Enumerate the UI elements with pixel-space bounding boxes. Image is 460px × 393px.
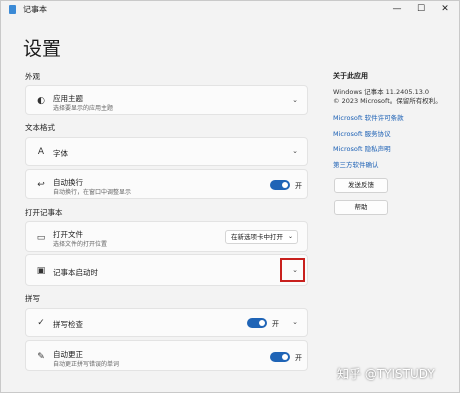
title-bar: 记事本 — ☐ ✕ [1, 1, 459, 19]
notepad-settings-window: 记事本 — ☐ ✕ 设置 外观 ◐ 应用主题 选择要显示的应用主题 ⌄ 文本格式… [0, 0, 460, 393]
startup-icon: ▣ [36, 266, 46, 276]
spellcheck-label: 拼写检查 [53, 320, 83, 329]
word-wrap-description: 自动换行，在窗口中调整显示 [53, 189, 132, 196]
about-heading: 关于此应用 [333, 72, 368, 80]
open-file-description: 选择文件的打开位置 [53, 241, 108, 248]
window-title: 记事本 [23, 5, 47, 14]
chevron-down-icon[interactable]: ⌄ [292, 96, 298, 104]
highlight-box [280, 258, 305, 282]
spellcheck-state: 开 [272, 320, 279, 328]
close-button[interactable]: ✕ [434, 1, 456, 19]
section-appearance: 外观 [25, 72, 40, 81]
minimize-button[interactable]: — [386, 1, 408, 19]
privacy-statement-link[interactable]: Microsoft 隐私声明 [333, 143, 391, 153]
spellcheck-toggle[interactable] [247, 318, 267, 328]
word-wrap-toggle[interactable] [270, 180, 290, 190]
open-file-dropdown[interactable]: 在新选项卡中打开 ⌄ [225, 230, 298, 244]
copyright-text: © 2023 Microsoft。保留所有权利。 [333, 97, 442, 105]
section-spelling: 拼写 [25, 294, 40, 303]
folder-icon: ▭ [36, 233, 46, 243]
chevron-down-icon[interactable]: ⌄ [292, 147, 298, 155]
font-setting[interactable]: A 字体 ⌄ [25, 137, 308, 166]
wrap-icon: ↩ [37, 180, 45, 190]
chevron-down-icon[interactable]: ⌄ [292, 318, 298, 326]
help-button[interactable]: 帮助 [334, 200, 388, 215]
app-theme-description: 选择要显示的应用主题 [53, 105, 114, 112]
word-wrap-setting: ↩ 自动换行 自动换行，在窗口中调整显示 开 [25, 169, 308, 199]
spellcheck-setting: ✓ 拼写检查 开 ⌄ [25, 308, 308, 337]
autocorrect-state: 开 [295, 354, 302, 362]
section-open-notepad: 打开记事本 [25, 208, 63, 217]
app-theme-setting[interactable]: ◐ 应用主题 选择要显示的应用主题 ⌄ [25, 85, 308, 115]
send-feedback-button[interactable]: 发送反馈 [334, 178, 388, 193]
notepad-startup-label: 记事本启动时 [53, 268, 98, 277]
open-file-dropdown-value: 在新选项卡中打开 [231, 233, 283, 241]
autocorrect-toggle[interactable] [270, 352, 290, 362]
autocorrect-icon: ✎ [37, 352, 45, 362]
palette-icon: ◐ [37, 96, 45, 106]
watermark: 知乎 @TYISTUDY [337, 367, 435, 381]
spellcheck-icon: ✓ [37, 318, 45, 328]
page-title: 设置 [23, 38, 62, 60]
notepad-app-icon [9, 5, 16, 14]
font-label: 字体 [53, 149, 68, 158]
font-icon: A [37, 147, 45, 157]
chevron-down-icon: ⌄ [287, 233, 293, 240]
autocorrect-setting: ✎ 自动更正 自动更正拼写错误的单词 开 [25, 340, 308, 371]
word-wrap-state: 开 [295, 182, 302, 190]
section-text-format: 文本格式 [25, 123, 55, 132]
third-party-link[interactable]: 第三方软件确认 [333, 159, 379, 169]
maximize-button[interactable]: ☐ [410, 1, 432, 19]
services-agreement-link[interactable]: Microsoft 服务协议 [333, 128, 391, 138]
notepad-startup-setting[interactable]: ▣ 记事本启动时 ⌄ [25, 254, 308, 286]
autocorrect-description: 自动更正拼写错误的单词 [53, 361, 120, 368]
license-terms-link[interactable]: Microsoft 软件许可条款 [333, 112, 404, 122]
